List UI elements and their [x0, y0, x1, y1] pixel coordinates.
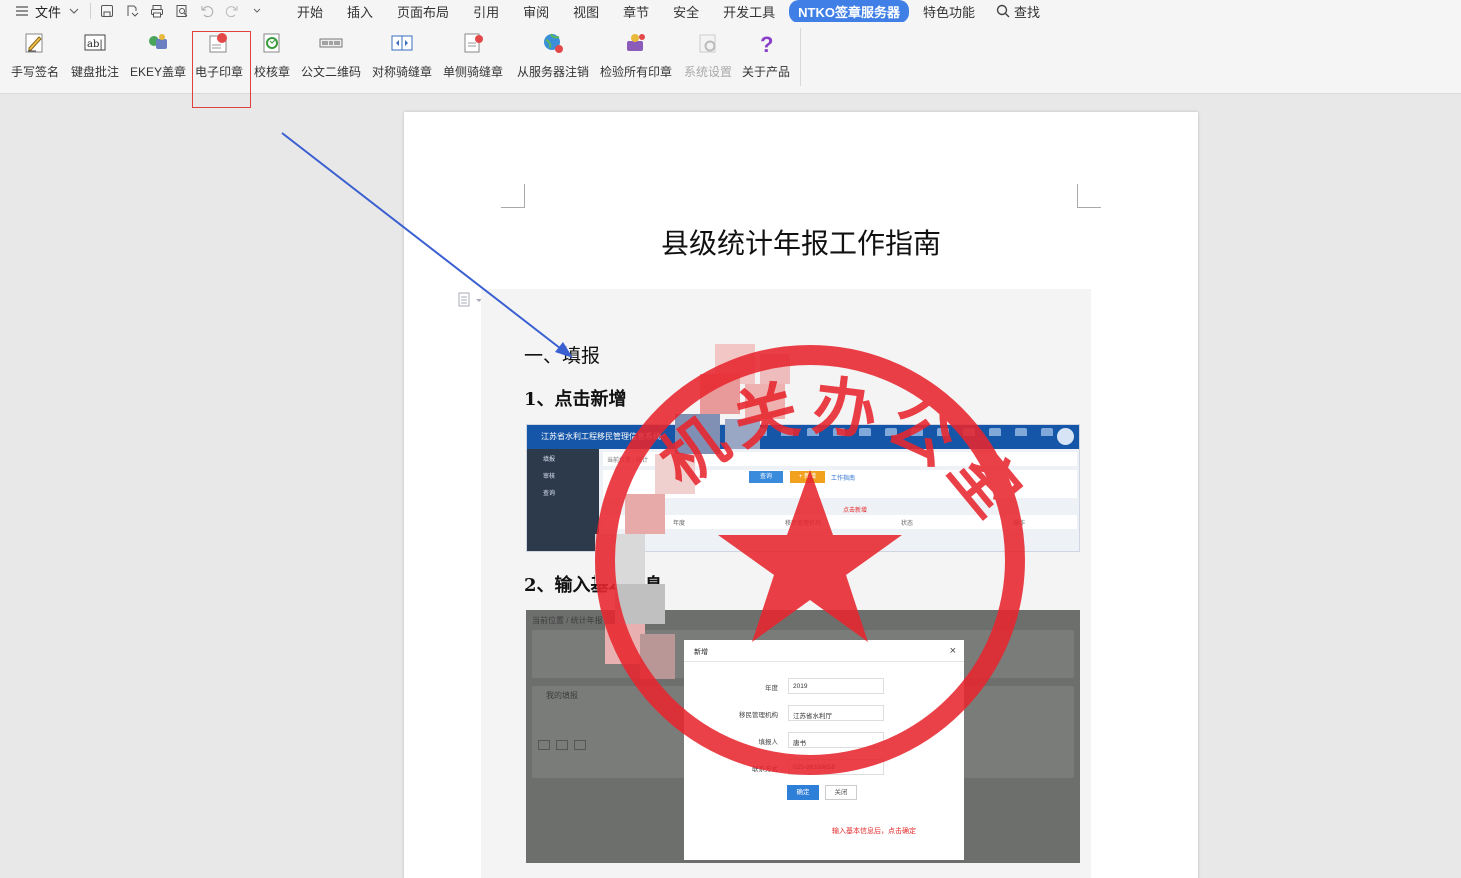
- column-header: 状态: [901, 520, 914, 527]
- search-icon: [995, 3, 1011, 19]
- single-seam-seal-button[interactable]: 单侧骑缝章: [443, 30, 503, 80]
- field-value: 025-86339658: [788, 759, 884, 775]
- keyboard-annotation-button[interactable]: ab| 键盘批注: [71, 30, 119, 80]
- ribbon-label: 校核章: [254, 65, 291, 79]
- logout-from-server-button[interactable]: 从服务器注销: [517, 30, 589, 80]
- tab-references[interactable]: 引用: [463, 0, 509, 23]
- help-icon: ?: [753, 30, 779, 56]
- tab-special-features[interactable]: 特色功能: [913, 0, 985, 23]
- official-qr-code-button[interactable]: 公文二维码: [301, 30, 361, 80]
- system-settings-button[interactable]: 系统设置: [684, 30, 732, 80]
- margin-corner-top-right: [1077, 184, 1101, 208]
- single-seam-seal-icon: [460, 30, 486, 56]
- field-value: 唐书: [788, 732, 884, 748]
- svg-text:?: ?: [760, 32, 773, 55]
- highlight-box: [192, 31, 251, 108]
- work-guide-link: 工作指南: [831, 476, 856, 482]
- form-row: 移民管理机构 江苏省水利厅: [684, 705, 964, 721]
- redo-icon[interactable]: [224, 3, 240, 19]
- qr-code-icon: [318, 30, 344, 56]
- quick-access-toolbar: [90, 3, 275, 19]
- server-logout-icon: [540, 30, 566, 56]
- ribbon-toolbar: 手写签名 ab| 键盘批注 EKEY盖章 电子印章 校核章 公文二维码 对称骑缝…: [0, 22, 1461, 108]
- handwritten-signature-button[interactable]: 手写签名: [11, 30, 59, 80]
- page-title: 县级统计年报工作指南: [660, 227, 941, 260]
- print-preview-icon[interactable]: [174, 3, 190, 19]
- confirm-button: 确定: [787, 785, 819, 800]
- field-value: 江苏省水利厅: [788, 705, 884, 721]
- ribbon-label: 键盘批注: [71, 65, 120, 79]
- ribbon-label: 对称骑缝章: [372, 65, 433, 79]
- save-icon[interactable]: [99, 3, 115, 19]
- file-menu[interactable]: 文件: [0, 0, 90, 22]
- avatar: [1057, 428, 1074, 445]
- tab-security[interactable]: 安全: [663, 0, 709, 23]
- symmetric-seam-seal-button[interactable]: 对称骑缝章: [372, 30, 432, 80]
- field-label: 填报人: [758, 739, 779, 746]
- pen-signature-icon: [22, 30, 48, 56]
- system-settings-icon: [695, 30, 721, 56]
- embedded-image[interactable]: 一、填报 1、点击新增 江苏省水利工程移民管理信息系统 填报 审核 查询 当前位…: [481, 289, 1091, 878]
- export-icon[interactable]: [124, 3, 140, 19]
- close-icon: ×: [949, 645, 956, 657]
- file-menu-label: 文件: [35, 4, 62, 20]
- margin-corner-top-left: [501, 184, 525, 208]
- sidebar-item: 审核: [543, 474, 556, 480]
- ribbon-divider: [800, 28, 801, 86]
- row-action-icons: [538, 740, 586, 750]
- symmetric-seam-seal-icon: [389, 30, 415, 56]
- tab-page-layout[interactable]: 页面布局: [387, 0, 459, 23]
- hamburger-icon: [14, 3, 30, 19]
- my-submissions-tab: 我的填报: [546, 691, 578, 700]
- verify-seal-button[interactable]: 校核章: [254, 30, 290, 80]
- ribbon-label: 公文二维码: [301, 65, 362, 79]
- ekey-stamp-icon: [145, 30, 171, 56]
- ekey-stamp-button[interactable]: EKEY盖章: [130, 30, 186, 80]
- ribbon-label: 系统设置: [684, 65, 733, 79]
- ribbon-tabs: 开始 插入 页面布局 引用 审阅 视图 章节 安全 开发工具 NTKO签章服务器…: [287, 0, 985, 23]
- field-label: 联系方式: [752, 766, 778, 773]
- hint-text: 输入基本信息后，点击确定: [832, 828, 916, 835]
- app-sidebar: 填报 审核 查询: [527, 449, 599, 551]
- sidebar-item: 填报: [543, 457, 556, 463]
- tab-view[interactable]: 视图: [563, 0, 609, 23]
- menu-bar: 文件 开始 插入 页面布局 引用 审阅 视图 章节 安全 开发工具 NTKO签章…: [0, 0, 1461, 23]
- find-label: 查找: [1014, 4, 1041, 20]
- section-heading: 一、填报: [524, 345, 601, 367]
- ribbon-label: 从服务器注销: [517, 65, 590, 79]
- keyboard-annotate-icon: ab|: [82, 30, 108, 56]
- ribbon-label: EKEY盖章: [130, 65, 187, 79]
- verify-all-seals-icon: [623, 30, 649, 56]
- verify-seal-icon: [259, 30, 285, 56]
- tab-developer[interactable]: 开发工具: [713, 0, 785, 23]
- customize-chevron-icon[interactable]: [249, 3, 265, 19]
- document-page[interactable]: 县级统计年报工作指南 一、填报 1、点击新增 江苏省水利工程移民管理信息系统 填…: [404, 112, 1198, 878]
- chevron-down-icon: [66, 3, 82, 19]
- form-row: 联系方式 025-86339658: [684, 759, 964, 775]
- cancel-button: 关闭: [825, 785, 857, 800]
- ribbon-label: 检验所有印章: [600, 65, 673, 79]
- sidebar-item: 查询: [543, 491, 556, 497]
- column-header: 操作: [1013, 520, 1026, 527]
- find-button[interactable]: 查找: [995, 2, 1040, 21]
- ribbon-label: 手写签名: [11, 65, 60, 79]
- svg-text:ab|: ab|: [87, 39, 103, 50]
- tab-insert[interactable]: 插入: [337, 0, 383, 23]
- undo-icon[interactable]: [199, 3, 215, 19]
- about-product-button[interactable]: ? 关于产品: [742, 30, 790, 80]
- breadcrumb: 当前位置 / 统计年报: [532, 616, 603, 625]
- tab-sections[interactable]: 章节: [613, 0, 659, 23]
- pixelated-redaction: [595, 344, 831, 684]
- ribbon-label: 单侧骑缝章: [443, 65, 504, 79]
- tab-ntko-seal-server[interactable]: NTKO签章服务器: [789, 0, 909, 23]
- tab-home[interactable]: 开始: [287, 0, 333, 23]
- hint-text: 点击新增: [843, 508, 868, 514]
- tab-review[interactable]: 审阅: [513, 0, 559, 23]
- field-label: 移民管理机构: [739, 712, 778, 719]
- ribbon-label: 关于产品: [742, 65, 791, 79]
- verify-all-seals-button[interactable]: 检验所有印章: [600, 30, 672, 80]
- print-icon[interactable]: [149, 3, 165, 19]
- form-row: 填报人 唐书: [684, 732, 964, 748]
